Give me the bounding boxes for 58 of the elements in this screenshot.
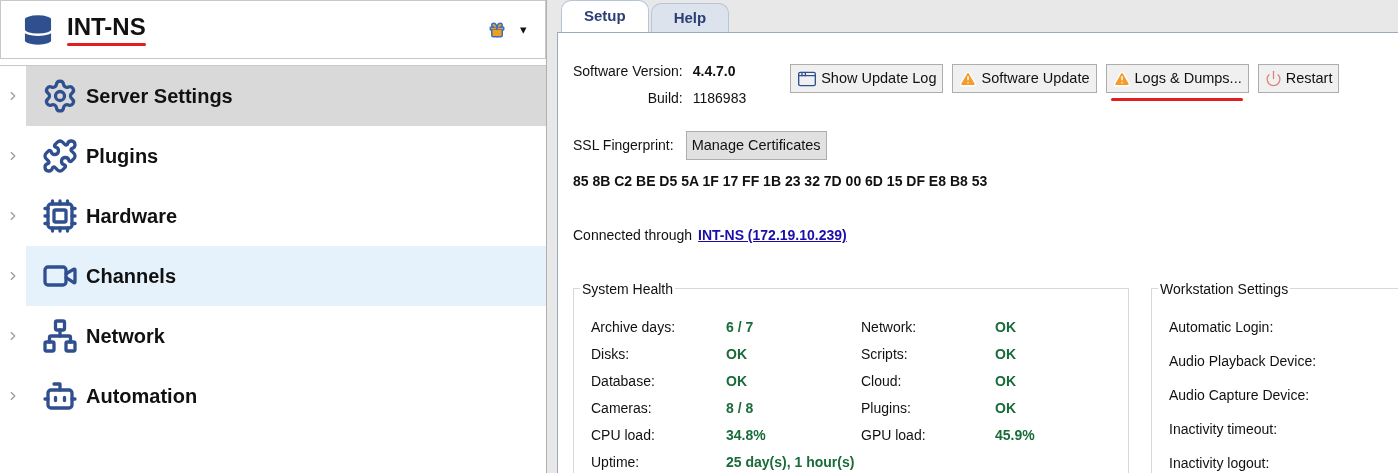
field-label: Software Version: xyxy=(573,62,683,81)
build-number: 1186983 xyxy=(692,89,747,108)
health-label: Scripts: xyxy=(861,345,909,364)
tab[interactable]: Setup xyxy=(561,0,649,32)
health-value: 25 day(s), 1 hour(s) xyxy=(726,453,856,472)
toolbar-button[interactable]: Logs & Dumps... xyxy=(1105,64,1249,93)
warning-icon xyxy=(959,69,978,88)
manage-certificates-button[interactable]: Manage Certificates xyxy=(685,131,827,160)
health-value: OK xyxy=(995,372,1017,391)
health-label: CPU load: xyxy=(591,426,656,445)
sidebar-item[interactable]: Server Settings xyxy=(26,66,546,126)
health-value: 6 / 7 xyxy=(726,318,755,337)
health-value: OK xyxy=(995,318,1017,337)
dropdown-caret[interactable]: ▾ xyxy=(520,19,527,40)
health-value: OK xyxy=(726,345,748,364)
setting-label: Audio Playback Device: xyxy=(1169,352,1318,371)
network-icon xyxy=(42,318,78,354)
sidebar-item[interactable]: Network xyxy=(26,306,546,366)
health-value: OK xyxy=(995,345,1017,364)
server-link[interactable]: INT-NS (172.19.10.239) xyxy=(698,225,847,246)
toolbar-button[interactable]: Software Update xyxy=(952,64,1097,93)
toolbar-button[interactable]: Show Update Log xyxy=(790,64,944,93)
sidebar-item[interactable]: Automation xyxy=(26,366,546,426)
gear-icon xyxy=(42,78,78,114)
health-label: Cloud: xyxy=(861,372,903,391)
health-label: Archive days: xyxy=(591,318,677,337)
setting-label: Inactivity logout: xyxy=(1169,454,1271,473)
tab[interactable]: Help xyxy=(650,3,730,32)
chip-icon xyxy=(42,198,78,234)
health-label: Plugins: xyxy=(861,399,912,418)
health-value: 8 / 8 xyxy=(726,399,755,418)
toolbar-button[interactable]: Restart xyxy=(1257,64,1340,93)
power-icon xyxy=(1264,70,1282,87)
setting-label: Automatic Login: xyxy=(1169,318,1275,337)
health-label: GPU load: xyxy=(861,426,927,445)
field-label: Build: xyxy=(646,89,683,108)
health-value: OK xyxy=(995,399,1017,418)
connection-label: Connected through xyxy=(573,226,693,245)
health-value: OK xyxy=(726,372,748,391)
setting-label: Audio Capture Device: xyxy=(1169,386,1311,405)
gift-icon[interactable] xyxy=(488,20,506,39)
health-label: Database: xyxy=(591,372,656,391)
server-name: INT-NS xyxy=(67,13,146,41)
health-label: Network: xyxy=(861,318,918,337)
sidebar-item[interactable]: Hardware xyxy=(26,186,546,246)
warning-icon xyxy=(1112,69,1131,88)
software-version: 4.4.7.0 xyxy=(692,62,737,81)
health-value: 45.9% xyxy=(995,426,1036,445)
health-value: 34.8% xyxy=(726,426,767,445)
sidebar-item[interactable]: Channels xyxy=(26,246,546,306)
health-label: Cameras: xyxy=(591,399,653,418)
setting-label: Inactivity timeout: xyxy=(1169,420,1279,439)
ssl-fingerprint: 85 8B C2 BE D5 5A 1F 17 FF 1B 23 32 7D 00 6D 15 DF E8 B8 53 xyxy=(573,172,989,191)
sidebar-item[interactable]: Plugins xyxy=(26,126,546,186)
puzzle-icon xyxy=(42,138,78,174)
health-label: Uptime: xyxy=(591,453,641,472)
health-label: Disks: xyxy=(591,345,631,364)
field-label: SSL Fingerprint: xyxy=(573,136,674,155)
